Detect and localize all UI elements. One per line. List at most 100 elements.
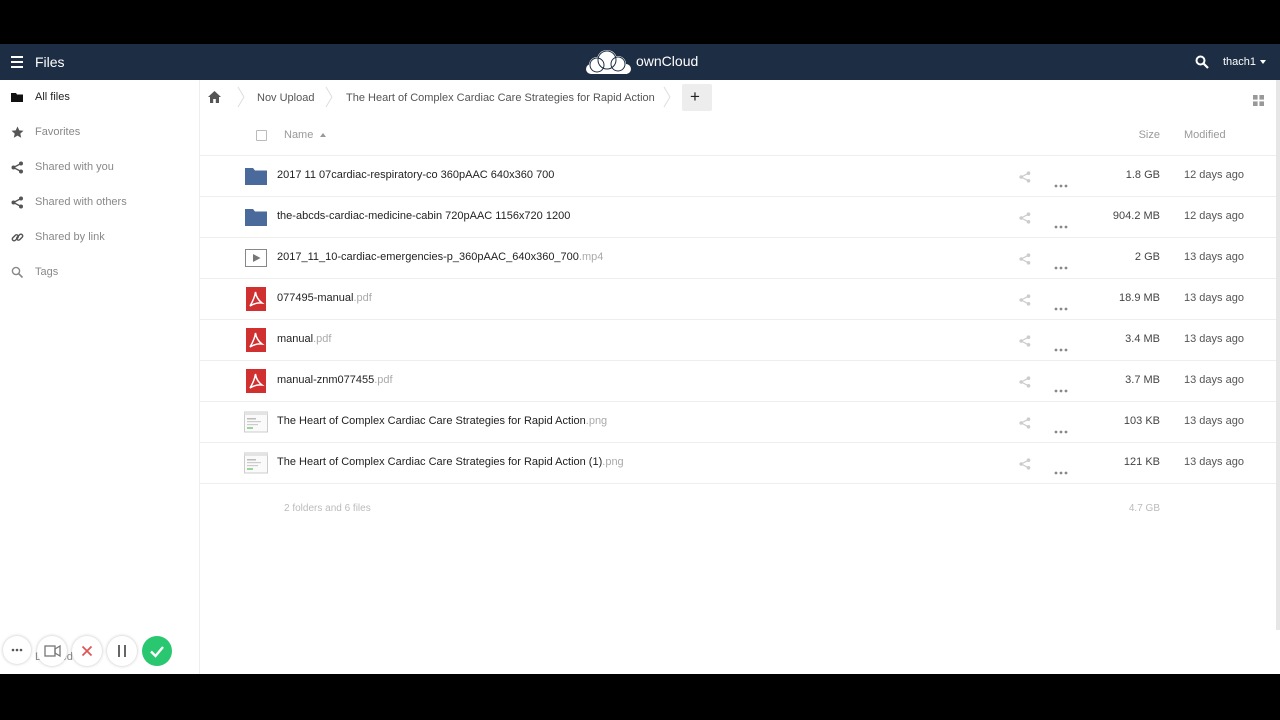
sidebar: All files Favorites Shared with you Shar… xyxy=(0,80,200,674)
share-icon[interactable] xyxy=(1019,293,1031,306)
scrollbar[interactable] xyxy=(1276,80,1280,630)
recorder-camera-button[interactable] xyxy=(37,636,67,666)
share-icon[interactable] xyxy=(1019,334,1031,347)
sidebar-item-shared-with-you[interactable]: Shared with you xyxy=(0,150,199,185)
file-basename: the-abcds-cardiac-medicine-cabin 720pAAC… xyxy=(277,210,571,222)
table-row[interactable]: manual-znm077455.pdf 3.7 MB 13 days ago xyxy=(200,361,1276,402)
file-basename: 077495-manual xyxy=(277,292,354,304)
top-header: Files ownCloud thach1 xyxy=(0,44,1280,80)
file-name[interactable]: 2017 11 07cardiac-respiratory-co 360pAAC… xyxy=(277,169,554,181)
total-size: 4.7 GB xyxy=(1128,503,1160,514)
sidebar-item-shared-by-link[interactable]: Shared by link xyxy=(0,220,199,255)
video-file-icon xyxy=(244,246,268,270)
recorder-cancel-button[interactable] xyxy=(72,636,102,666)
pdf-file-icon xyxy=(244,287,268,311)
file-modified: 12 days ago xyxy=(1184,169,1244,181)
breadcrumb-item[interactable]: Nov Upload xyxy=(257,80,321,115)
home-icon xyxy=(208,91,221,103)
grid-view-icon[interactable] xyxy=(1253,93,1264,106)
file-summary: 2 folders and 6 files xyxy=(284,503,371,514)
file-name[interactable]: the-abcds-cardiac-medicine-cabin 720pAAC… xyxy=(277,210,570,222)
file-name[interactable]: 2017_11_10-cardiac-emergencies-p_360pAAC… xyxy=(277,251,603,263)
share-icon[interactable] xyxy=(1019,457,1031,470)
file-size: 2 GB xyxy=(1134,251,1160,263)
column-header-size[interactable]: Size xyxy=(1139,129,1160,141)
sidebar-item-favorites[interactable]: Favorites xyxy=(0,115,199,150)
file-extension: .png xyxy=(585,415,608,427)
camera-icon xyxy=(44,644,61,658)
table-row[interactable]: The Heart of Complex Cardiac Care Strate… xyxy=(200,443,1276,484)
file-extension: .mp4 xyxy=(578,251,604,263)
user-menu[interactable]: thach1 xyxy=(1223,56,1267,68)
sort-asc-icon xyxy=(320,133,327,138)
share-icon[interactable] xyxy=(1019,252,1031,265)
file-name[interactable]: The Heart of Complex Cardiac Care Strate… xyxy=(277,456,624,468)
column-header-modified[interactable]: Modified xyxy=(1184,129,1226,141)
star-icon xyxy=(11,126,24,139)
file-basename: The Heart of Complex Cardiac Care Strate… xyxy=(277,415,586,427)
table-row[interactable]: 2017 11 07cardiac-respiratory-co 360pAAC… xyxy=(200,156,1276,197)
share-icon[interactable] xyxy=(1019,375,1031,388)
brand-logo[interactable]: ownCloud xyxy=(583,49,713,75)
brand-name: ownCloud xyxy=(636,53,699,69)
more-actions-icon[interactable] xyxy=(1054,380,1068,393)
more-icon xyxy=(11,648,23,652)
file-name[interactable]: manual.pdf xyxy=(277,333,331,345)
file-name[interactable]: The Heart of Complex Cardiac Care Strate… xyxy=(277,415,607,427)
breadcrumb-separator-icon xyxy=(663,86,671,108)
file-modified: 13 days ago xyxy=(1184,415,1244,427)
sidebar-item-label: Shared by link xyxy=(35,231,105,243)
breadcrumb-current[interactable]: The Heart of Complex Cardiac Care Strate… xyxy=(346,80,656,115)
folder-icon xyxy=(244,164,268,188)
caret-down-icon xyxy=(1260,60,1267,65)
breadcrumb-label: The Heart of Complex Cardiac Care Strate… xyxy=(346,92,655,104)
table-row[interactable]: The Heart of Complex Cardiac Care Strate… xyxy=(200,402,1276,443)
file-table-header: Name Size Modified xyxy=(200,115,1276,156)
file-size: 18.9 MB xyxy=(1119,292,1160,304)
sidebar-item-tags[interactable]: Tags xyxy=(0,255,199,290)
select-all-checkbox[interactable] xyxy=(256,130,267,141)
app-window: Files ownCloud thach1 All files Favorite… xyxy=(0,44,1280,674)
recorder-done-button[interactable] xyxy=(142,636,172,666)
username: thach1 xyxy=(1223,56,1257,68)
file-extension: .png xyxy=(602,456,624,468)
file-size: 3.7 MB xyxy=(1125,374,1160,386)
more-actions-icon[interactable] xyxy=(1054,257,1068,270)
table-row[interactable]: 077495-manual.pdf 18.9 MB 13 days ago xyxy=(200,279,1276,320)
plus-icon: + xyxy=(690,87,700,106)
file-size: 904.2 MB xyxy=(1112,210,1160,222)
new-button[interactable]: + xyxy=(682,84,712,111)
recorder-pause-button[interactable] xyxy=(107,636,137,666)
more-actions-icon[interactable] xyxy=(1054,298,1068,311)
sidebar-item-shared-with-others[interactable]: Shared with others xyxy=(0,185,199,220)
file-modified: 13 days ago xyxy=(1184,251,1244,263)
recorder-more-button[interactable] xyxy=(3,636,31,664)
recorder-toolbar xyxy=(0,634,200,670)
file-size: 3.4 MB xyxy=(1125,333,1160,345)
share-icon[interactable] xyxy=(1019,170,1031,183)
menu-icon[interactable] xyxy=(11,56,23,68)
more-actions-icon[interactable] xyxy=(1054,462,1068,475)
more-actions-icon[interactable] xyxy=(1054,421,1068,434)
sidebar-item-all-files[interactable]: All files xyxy=(0,80,199,115)
file-modified: 13 days ago xyxy=(1184,456,1244,468)
file-basename: manual-znm077455 xyxy=(277,374,375,386)
table-row[interactable]: the-abcds-cardiac-medicine-cabin 720pAAC… xyxy=(200,197,1276,238)
search-icon[interactable] xyxy=(1195,55,1209,69)
more-actions-icon[interactable] xyxy=(1054,339,1068,352)
table-row[interactable]: manual.pdf 3.4 MB 13 days ago xyxy=(200,320,1276,361)
breadcrumb-home[interactable] xyxy=(208,80,230,115)
controls-bar: Nov Upload The Heart of Complex Cardiac … xyxy=(200,80,1280,115)
more-actions-icon[interactable] xyxy=(1054,175,1068,188)
more-actions-icon[interactable] xyxy=(1054,216,1068,229)
file-name[interactable]: manual-znm077455.pdf xyxy=(277,374,393,386)
file-basename: The Heart of Complex Cardiac Care Strate… xyxy=(277,456,603,468)
app-title[interactable]: Files xyxy=(35,54,65,70)
file-name[interactable]: 077495-manual.pdf xyxy=(277,292,372,304)
pdf-file-icon xyxy=(244,328,268,352)
close-icon xyxy=(81,645,93,657)
table-row[interactable]: 2017_11_10-cardiac-emergencies-p_360pAAC… xyxy=(200,238,1276,279)
column-header-name[interactable]: Name xyxy=(284,129,327,141)
share-icon[interactable] xyxy=(1019,211,1031,224)
share-icon[interactable] xyxy=(1019,416,1031,429)
